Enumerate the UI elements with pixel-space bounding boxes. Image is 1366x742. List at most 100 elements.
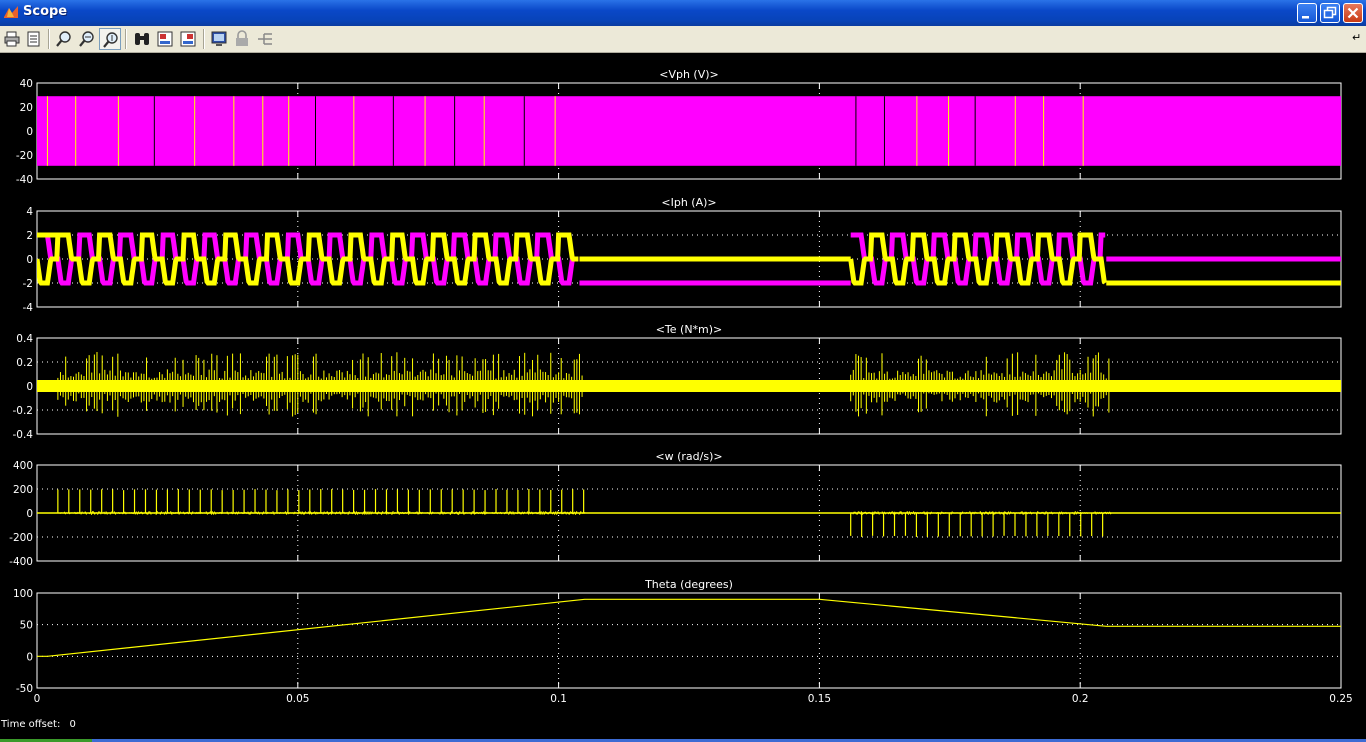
scope-toolbar: ↵ bbox=[0, 26, 1366, 53]
toolbar-dock-glyph[interactable]: ↵ bbox=[1352, 31, 1361, 44]
print-button[interactable] bbox=[1, 28, 23, 50]
y-tick-label: 2 bbox=[26, 230, 33, 242]
close-button[interactable] bbox=[1343, 3, 1363, 23]
axes-title: <Te (N*m)> bbox=[656, 323, 723, 336]
w-noise bbox=[1057, 512, 1059, 514]
save-axes-settings-button[interactable] bbox=[154, 28, 176, 50]
w-noise bbox=[963, 512, 966, 514]
traces bbox=[37, 96, 1341, 166]
restore-axes-settings-icon bbox=[180, 31, 196, 47]
axes-1: <Vph (V)> 40 20 0 -20 -40 bbox=[16, 68, 1342, 186]
y-tick-label: 400 bbox=[13, 460, 33, 472]
zoom-y-button[interactable] bbox=[99, 28, 121, 50]
axes-4: <w (rad/s)> 400 200 0 -200 -400 bbox=[9, 450, 1342, 568]
w-noise bbox=[996, 512, 999, 514]
y-tick-label: 0.2 bbox=[16, 357, 33, 369]
w-noise bbox=[120, 512, 123, 514]
y-tick-label: -20 bbox=[16, 150, 33, 162]
x-tick-label: 0.05 bbox=[286, 693, 309, 705]
zoom-x-button[interactable] bbox=[76, 28, 98, 50]
floating-scope-icon bbox=[211, 31, 227, 46]
parameters-button[interactable] bbox=[23, 28, 45, 50]
y-tick-label: -200 bbox=[9, 532, 33, 544]
zoom-y-icon bbox=[103, 32, 118, 48]
time-offset-value: 0 bbox=[69, 719, 76, 730]
y-tick-label: -400 bbox=[9, 556, 33, 568]
y-tick-label: 4 bbox=[26, 206, 33, 218]
x-tick-label: 0.1 bbox=[550, 693, 567, 705]
minimize-icon bbox=[1302, 16, 1309, 19]
autoscale-binoculars-icon bbox=[135, 33, 149, 45]
w-noise bbox=[153, 512, 156, 514]
floating-scope-button[interactable] bbox=[208, 28, 230, 50]
axes-frame bbox=[36, 592, 1342, 689]
restore-axes-settings-button[interactable] bbox=[177, 28, 199, 50]
lock-axes-button[interactable] bbox=[231, 28, 253, 50]
scope-plots[interactable]: <Vph (V)>40200-20-40<Iph (A)>420-2-4<Te … bbox=[0, 53, 1366, 739]
zoom-x-icon bbox=[79, 31, 94, 47]
w-noise bbox=[116, 512, 119, 514]
w-noise bbox=[289, 512, 292, 514]
x-tick-label: 0.15 bbox=[808, 693, 831, 705]
minimize-button[interactable] bbox=[1297, 3, 1317, 23]
maximize-icon bbox=[1323, 6, 1337, 19]
y-tick-label: -0.2 bbox=[13, 405, 34, 417]
w-noise bbox=[412, 512, 415, 514]
window-title: Scope bbox=[23, 4, 68, 19]
maximize-button[interactable] bbox=[1320, 3, 1340, 23]
y-tick-label: -0.4 bbox=[13, 429, 34, 441]
y-tick-label: -4 bbox=[23, 302, 34, 314]
x-tick-label: 0.25 bbox=[1329, 693, 1352, 705]
w-noise bbox=[948, 512, 951, 514]
y-tick-label: 20 bbox=[20, 102, 33, 114]
w-noise bbox=[282, 512, 285, 514]
w-noise bbox=[264, 512, 267, 514]
w-noise bbox=[251, 512, 254, 514]
y-tick-label: 0 bbox=[26, 126, 33, 138]
w-noise bbox=[946, 512, 949, 514]
w-noise bbox=[468, 512, 471, 514]
w-noise bbox=[466, 512, 469, 514]
zoom-button[interactable] bbox=[53, 28, 75, 50]
y-tick-label: 200 bbox=[13, 484, 33, 496]
vph-band bbox=[37, 96, 1341, 166]
w-noise bbox=[274, 512, 277, 514]
scope-display[interactable]: <Vph (V)> 40 20 0 -20 -40 <Iph (A)> 4 2 0 -2 -4 <Te … bbox=[0, 53, 1366, 739]
w-noise bbox=[72, 512, 75, 514]
x-tick-label: 0 bbox=[34, 693, 41, 705]
y-tick-label: 40 bbox=[20, 78, 33, 90]
axes-2: <Iph (A)> 4 2 0 -2 -4 bbox=[23, 196, 1342, 314]
w-noise bbox=[395, 512, 398, 514]
y-tick-label: 100 bbox=[13, 588, 33, 600]
y-tick-label: -2 bbox=[23, 278, 33, 290]
y-tick-label: 0 bbox=[26, 254, 33, 266]
axes-5: Theta (degrees)100500-500 0.05 0.1 0.15 0.2 0… bbox=[13, 578, 1353, 705]
time-offset: Time offset: 0 bbox=[1, 719, 76, 730]
print-icon bbox=[4, 31, 20, 47]
axes-title: <w (rad/s)> bbox=[655, 450, 722, 463]
y-tick-label: 0 bbox=[26, 508, 33, 520]
y-tick-label: 0 bbox=[26, 651, 33, 663]
w-noise bbox=[487, 512, 490, 514]
axes-title: Theta (degrees) bbox=[644, 578, 733, 591]
y-tick-label: -40 bbox=[16, 174, 33, 186]
w-noise bbox=[168, 512, 171, 514]
zoom-icon bbox=[56, 31, 71, 47]
axes-3: <Te (N*m)> 0.4 0.2 0 -0.2 -0.4 bbox=[13, 323, 1342, 441]
y-tick-label: 0.4 bbox=[16, 333, 33, 345]
y-tick-label: 50 bbox=[20, 620, 33, 632]
w-noise bbox=[954, 512, 957, 514]
w-noise bbox=[372, 512, 375, 514]
w-noise bbox=[1052, 512, 1055, 514]
signal-selection-button[interactable] bbox=[254, 28, 276, 50]
autoscale-button[interactable] bbox=[131, 28, 153, 50]
matlab-scope-icon bbox=[4, 6, 18, 18]
y-tick-label: -50 bbox=[16, 683, 33, 695]
axes-title: <Vph (V)> bbox=[659, 68, 719, 81]
y-tick-label: 0 bbox=[26, 381, 33, 393]
close-icon bbox=[1347, 7, 1359, 19]
title-bar[interactable]: Scope bbox=[0, 0, 1366, 26]
w-noise bbox=[958, 512, 961, 514]
x-tick-label: 0.2 bbox=[1072, 693, 1089, 705]
w-noise bbox=[956, 512, 959, 514]
